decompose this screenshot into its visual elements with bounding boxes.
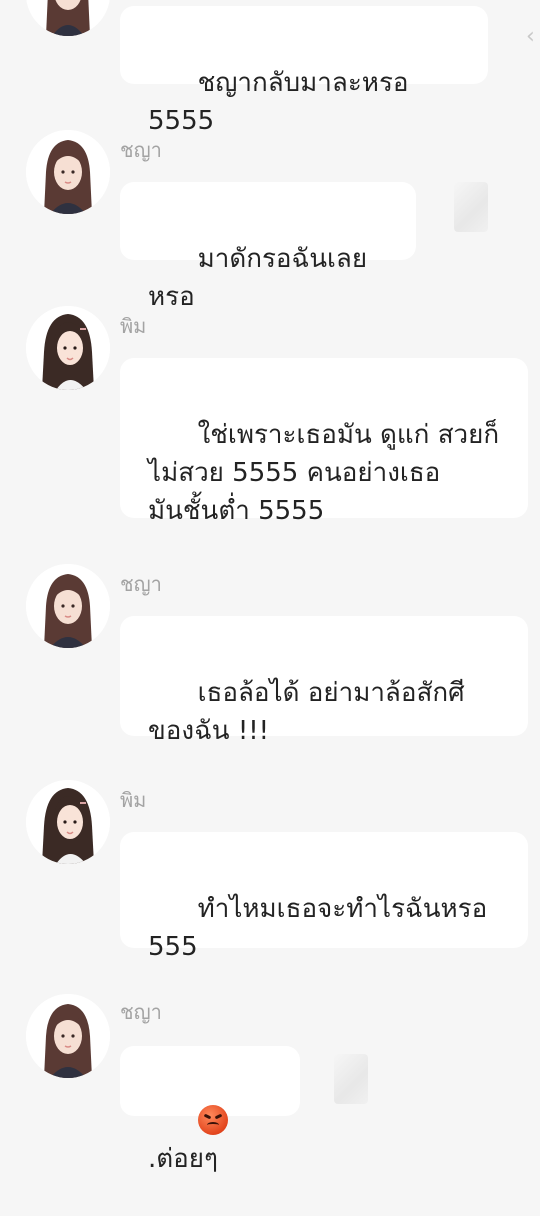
message-text: ทำไหมเธอจะทำไรฉันหรอ 555	[148, 894, 488, 962]
sender-name: ชญา	[120, 572, 162, 596]
message-text: .ต่อยๆ	[148, 1144, 218, 1174]
avatar-chaya[interactable]	[26, 564, 110, 648]
sender-name: ชญา	[120, 1000, 162, 1024]
avatar-chaya[interactable]	[26, 994, 110, 1078]
avatar-chaya[interactable]	[26, 0, 110, 36]
message-bubble[interactable]: เธอล้อได้ อย่ามาล้อสักศี ของฉัน !!!	[120, 616, 528, 746]
chaya-portrait-icon	[26, 564, 110, 648]
chat-thread: ชญากลับมาละหรอ 5555 ‹ ชญา มาดักรอฉันเลยห…	[0, 0, 540, 1174]
reaction-placeholder-icon	[454, 182, 488, 232]
chaya-portrait-icon	[26, 130, 110, 214]
message-bubble[interactable]: ใช่เพราะเธอมัน ดูแก่ สวยก็ ไม่สวย 5555 ค…	[120, 358, 528, 526]
avatar-pim[interactable]	[26, 306, 110, 390]
message-bubble[interactable]: .ต่อยๆ	[120, 1046, 300, 1174]
quote-mark-icon: ‹	[526, 24, 535, 49]
message-bubble[interactable]: ทำไหมเธอจะทำไรฉันหรอ 555	[120, 832, 528, 962]
avatar-chaya[interactable]	[26, 130, 110, 214]
message-bubble[interactable]: มาดักรอฉันเลยหรอ	[120, 182, 416, 312]
chaya-portrait-icon	[26, 994, 110, 1078]
sender-name: พิม	[120, 314, 147, 338]
pim-portrait-icon	[26, 780, 110, 864]
message-text: ชญากลับมาละหรอ 5555	[148, 68, 417, 136]
chaya-portrait-icon	[26, 0, 110, 36]
avatar-pim[interactable]	[26, 780, 110, 864]
sender-name: พิม	[120, 788, 147, 812]
angry-face-icon	[197, 1105, 228, 1135]
reaction-placeholder-icon	[334, 1054, 368, 1104]
sender-name: ชญา	[120, 138, 162, 162]
message-text: ใช่เพราะเธอมัน ดูแก่ สวยก็ ไม่สวย 5555 ค…	[148, 420, 500, 526]
pim-portrait-icon	[26, 306, 110, 390]
message-text: มาดักรอฉันเลยหรอ	[148, 244, 368, 312]
message-bubble[interactable]: ชญากลับมาละหรอ 5555	[120, 6, 488, 136]
message-text: เธอล้อได้ อย่ามาล้อสักศี ของฉัน !!!	[148, 678, 465, 746]
